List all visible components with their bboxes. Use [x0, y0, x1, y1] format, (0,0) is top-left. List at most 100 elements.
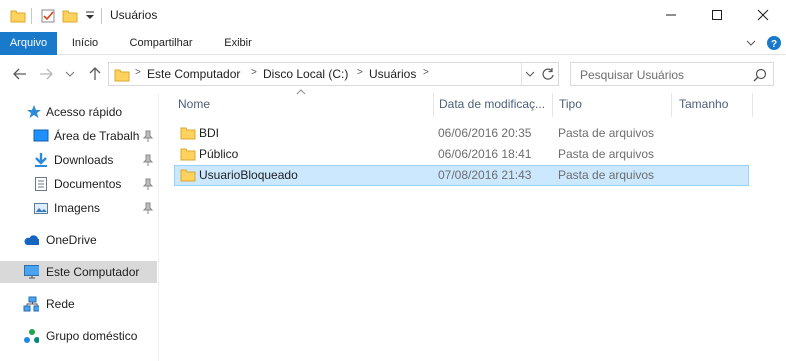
customize-toolbar-icon[interactable] — [84, 8, 96, 24]
forward-arrow-icon — [40, 68, 53, 80]
minimize-button[interactable] — [648, 0, 694, 30]
column-resize-handle[interactable] — [752, 93, 753, 117]
nav-item-label: Acesso rápido — [46, 105, 123, 119]
refresh-icon[interactable] — [541, 67, 555, 81]
column-header-label: Tamanho — [679, 97, 729, 111]
nav-item-rede[interactable]: Rede — [0, 293, 157, 315]
up-arrow-icon — [89, 67, 101, 80]
help-icon[interactable]: ? — [766, 35, 782, 51]
nav-item-area-de-trabalho[interactable]: Área de Trabalho — [0, 125, 157, 147]
folder-icon — [114, 69, 130, 82]
pin-icon[interactable] — [143, 202, 153, 214]
nav-item-downloads[interactable]: Downloads — [0, 149, 157, 171]
file-type: Pasta de arquivos — [558, 126, 655, 140]
ribbon-tabs: Arquivo Início Compartilhar Exibir ? — [0, 32, 786, 55]
column-header-label: Tipo — [559, 97, 582, 111]
nav-item-label: Este Computador — [46, 265, 140, 279]
breadcrumb-separator-icon[interactable]: > — [423, 67, 429, 78]
close-icon — [757, 9, 769, 21]
file-name: BDI — [199, 126, 220, 140]
nav-item-documentos[interactable]: Documentos — [0, 173, 157, 195]
nav-item-onedrive[interactable]: OneDrive — [0, 229, 157, 251]
file-list: Nome Data de modificaç... Tipo Tamanho B… — [160, 89, 786, 361]
column-header-name[interactable]: Nome — [174, 93, 434, 116]
nav-item-label: Documentos — [54, 177, 122, 191]
pin-icon[interactable] — [143, 178, 153, 190]
file-row[interactable]: BDI 06/06/2016 20:35 Pasta de arquivos — [174, 123, 749, 144]
nav-item-label: Área de Trabalho — [54, 129, 140, 143]
maximize-icon — [712, 10, 722, 20]
breadcrumb-separator-icon[interactable]: > — [135, 67, 141, 78]
breadcrumb-disco-local[interactable]: Disco Local (C:) — [263, 67, 348, 81]
navigation-pane: Acesso rápido Área de Trabalho Downloads… — [0, 93, 158, 361]
folder-icon — [180, 148, 196, 161]
minimize-icon — [666, 14, 676, 16]
file-date: 06/06/2016 18:41 — [438, 147, 532, 161]
search-icon[interactable] — [753, 68, 767, 82]
tab-inicio[interactable]: Início — [62, 32, 108, 55]
toolbar-separator — [101, 8, 102, 24]
column-header-date[interactable]: Data de modificaç... — [434, 93, 552, 116]
nav-item-label: Downloads — [54, 153, 114, 167]
file-row[interactable]: Público 06/06/2016 18:41 Pasta de arquiv… — [174, 144, 749, 165]
breadcrumb-separator-icon[interactable]: > — [357, 67, 363, 78]
folder-icon — [10, 10, 26, 23]
address-bar[interactable]: > Este Computador > Disco Local (C:) > U… — [108, 62, 559, 86]
network-icon — [23, 296, 39, 312]
file-type: Pasta de arquivos — [558, 168, 655, 182]
file-row[interactable]: UsuarioBloqueado 07/08/2016 21:43 Pasta … — [174, 165, 749, 186]
breadcrumb-usuarios[interactable]: Usuários — [369, 67, 416, 81]
pictures-icon — [34, 203, 48, 214]
column-header-label: Nome — [178, 97, 211, 111]
nav-item-este-computador[interactable]: Este Computador — [0, 261, 157, 283]
expand-ribbon-icon[interactable] — [745, 38, 757, 48]
breadcrumb-este-computador[interactable]: Este Computador — [147, 67, 240, 81]
nav-item-grupo-domestico[interactable]: Grupo doméstico — [0, 325, 157, 347]
maximize-button[interactable] — [694, 0, 740, 30]
close-button[interactable] — [740, 0, 786, 30]
pin-icon[interactable] — [143, 154, 153, 166]
forward-button[interactable] — [36, 64, 56, 84]
search-placeholder: Pesquisar Usuários — [580, 68, 685, 82]
new-folder-icon[interactable] — [62, 8, 78, 24]
back-button[interactable] — [10, 64, 30, 84]
pane-divider — [158, 93, 159, 361]
homegroup-icon — [24, 329, 39, 343]
pin-icon[interactable] — [143, 130, 153, 142]
file-type: Pasta de arquivos — [558, 147, 655, 161]
back-arrow-icon — [13, 68, 26, 80]
download-icon — [35, 153, 47, 167]
documents-icon — [35, 177, 47, 191]
column-header-label: Data de modificaç... — [439, 97, 546, 111]
tab-arquivo[interactable]: Arquivo — [0, 32, 57, 55]
cloud-icon — [24, 235, 39, 245]
file-name: UsuarioBloqueado — [199, 168, 298, 182]
file-name: Público — [199, 147, 239, 161]
column-header-type[interactable]: Tipo — [553, 93, 671, 116]
nav-item-acesso-rapido[interactable]: Acesso rápido — [0, 101, 157, 123]
nav-item-label: OneDrive — [46, 233, 97, 247]
search-input[interactable]: Pesquisar Usuários — [570, 62, 774, 86]
tab-exibir[interactable]: Exibir — [214, 32, 262, 55]
nav-item-imagens[interactable]: Imagens — [0, 197, 157, 219]
up-button[interactable] — [85, 64, 105, 84]
window-title: Usuários — [110, 8, 158, 22]
svg-text:?: ? — [771, 39, 777, 50]
nav-item-label: Rede — [46, 297, 75, 311]
chevron-down-icon[interactable] — [525, 70, 535, 78]
nav-item-label: Grupo doméstico — [46, 329, 138, 343]
file-date: 06/06/2016 20:35 — [438, 126, 532, 140]
recent-locations-button[interactable] — [60, 64, 80, 84]
folder-icon — [180, 169, 196, 182]
file-date: 07/08/2016 21:43 — [438, 168, 532, 182]
nav-item-label: Imagens — [54, 201, 101, 215]
breadcrumb-separator-icon[interactable]: > — [251, 67, 257, 78]
tab-compartilhar[interactable]: Compartilhar — [118, 32, 204, 55]
column-header-size[interactable]: Tamanho — [672, 93, 752, 116]
star-icon — [27, 105, 41, 118]
address-divider — [521, 63, 522, 85]
address-row: > Este Computador > Disco Local (C:) > U… — [0, 55, 786, 93]
title-bar: Usuários — [0, 0, 786, 32]
properties-icon[interactable] — [40, 8, 56, 24]
computer-icon — [24, 265, 39, 279]
